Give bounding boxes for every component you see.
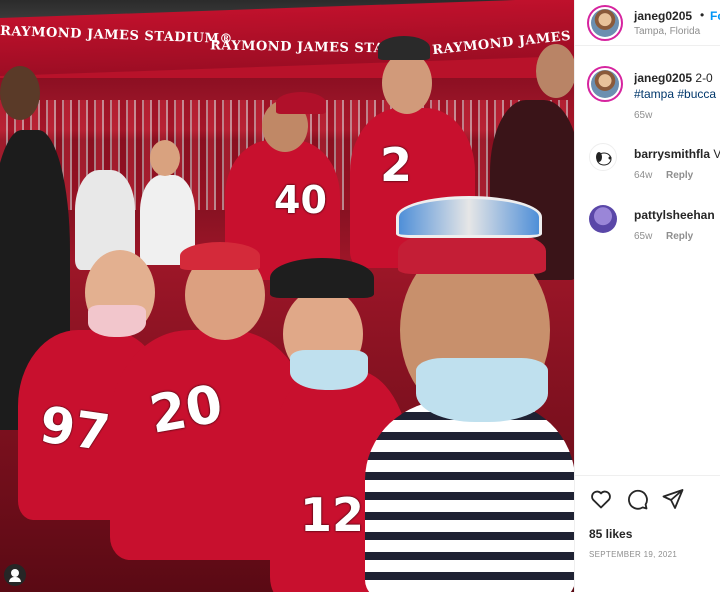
fan-front-mask <box>416 358 548 422</box>
share-icon[interactable] <box>661 487 685 511</box>
author-username[interactable]: janeg0205 <box>634 9 692 23</box>
fan-12-cap <box>270 258 374 298</box>
caption-username[interactable]: janeg0205 <box>634 71 692 85</box>
comment-line: barrysmithfla V <box>634 147 720 161</box>
snoopy-avatar-icon[interactable] <box>589 143 617 171</box>
likes-count[interactable]: 85 likes <box>589 527 632 541</box>
follow-button[interactable]: Fo <box>710 9 720 23</box>
author-avatar[interactable] <box>587 5 623 41</box>
comment-age-2[interactable]: 65w <box>634 231 652 242</box>
caption-hashtags[interactable]: #tampa #bucca <box>634 87 716 101</box>
caption-avatar[interactable] <box>587 66 623 102</box>
fan-bg-woman-head <box>150 140 180 176</box>
comment-username[interactable]: barrysmithfla <box>634 147 710 161</box>
header-separator: • <box>700 8 705 22</box>
fan-97-mask <box>88 305 146 337</box>
comment-reply-button-2[interactable]: Reply <box>666 231 693 242</box>
jersey-number-12: 12 <box>300 488 365 542</box>
caption-age[interactable]: 65w <box>634 110 652 121</box>
jersey-number-2: 2 <box>380 138 413 192</box>
fan-2-head <box>382 52 432 114</box>
post-date[interactable]: SEPTEMBER 19, 2021 <box>589 550 677 559</box>
heart-icon[interactable] <box>589 487 613 511</box>
fan-right-head <box>536 44 574 98</box>
post-sidebar: janeg0205 • Fo Tampa, Florida janeg0205 … <box>574 0 720 592</box>
post-header: janeg0205 • Fo Tampa, Florida <box>575 0 720 46</box>
comment-username-2[interactable]: pattylsheehan <box>634 208 715 222</box>
caption-line: janeg0205 2-0 <box>634 71 713 85</box>
comment-icon[interactable] <box>625 487 649 511</box>
fan-striped-shirt <box>365 400 574 592</box>
caption-text: 2-0 <box>695 71 713 85</box>
actions-divider <box>575 475 720 476</box>
comment-reply-button[interactable]: Reply <box>666 170 693 181</box>
fan-20-visor <box>180 242 260 270</box>
fan-left-head <box>0 66 40 120</box>
fan-12-mask <box>290 350 368 390</box>
sunglasses-on-visor <box>396 196 542 238</box>
post-location[interactable]: Tampa, Florida <box>634 26 700 37</box>
tagged-people-icon[interactable] <box>4 564 26 586</box>
fan-2-cap <box>378 36 430 60</box>
comment-age[interactable]: 64w <box>634 170 652 181</box>
jersey-number-20: 20 <box>145 374 228 446</box>
post-photo[interactable]: RAYMOND JAMES STADIUM® RAYMOND JAMES STA… <box>0 0 574 592</box>
jersey-number-40: 40 <box>274 178 327 222</box>
jersey-number-97: 97 <box>36 395 114 463</box>
comment-text: V <box>713 147 720 161</box>
purple-avatar-icon[interactable] <box>589 205 617 233</box>
fan-40-cap <box>276 92 326 114</box>
